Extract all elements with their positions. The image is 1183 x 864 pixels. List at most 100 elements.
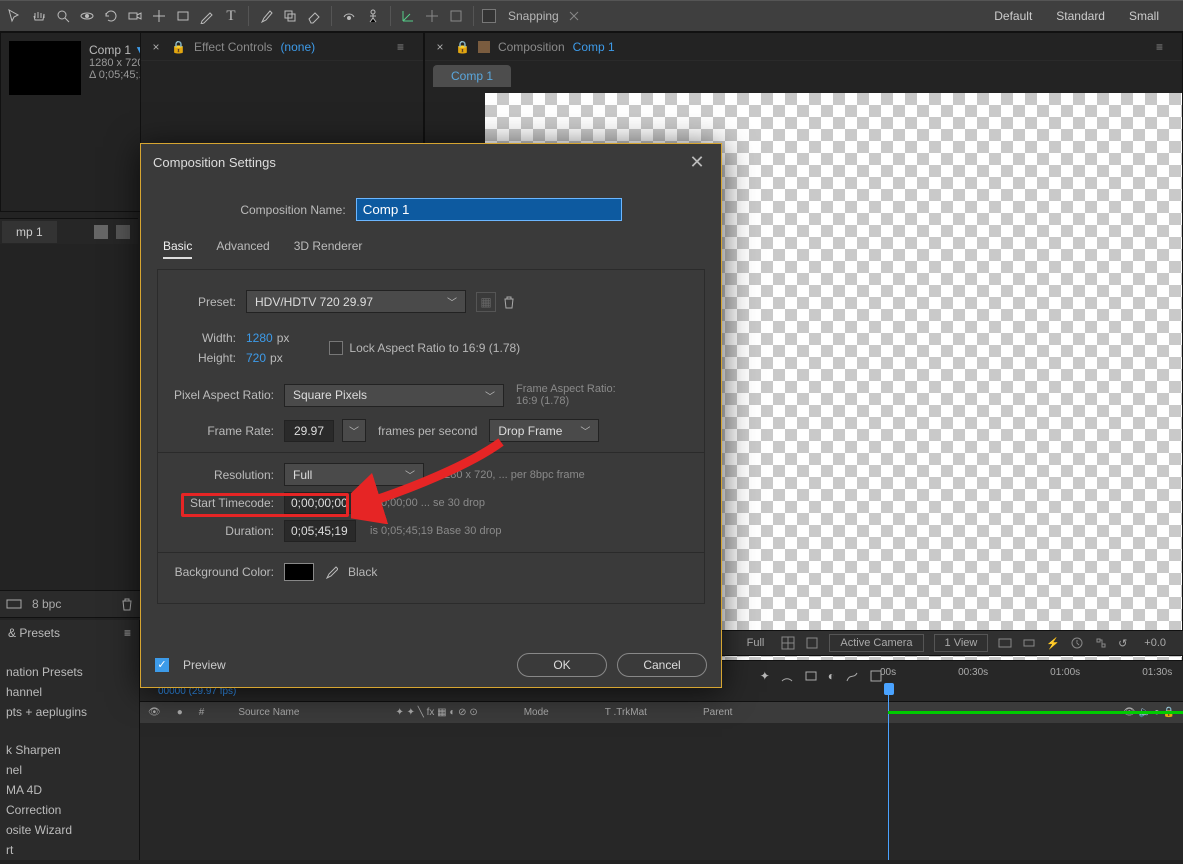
selection-tool-icon[interactable] [6,7,24,25]
comp-flowchart-tab[interactable]: Comp 1 [433,65,511,87]
viewer-resolution[interactable]: Full [740,634,772,652]
col-mode[interactable]: Mode [516,707,557,718]
comp-name-input[interactable] [356,198,622,221]
viewer-toggle-icon[interactable] [998,636,1012,650]
col-eye-icon[interactable]: 👁 [140,707,169,718]
framerate-value[interactable]: 29.97 [284,420,334,442]
lock-icon[interactable]: 🔒 [171,40,186,54]
viewer-views[interactable]: 1 View [934,634,989,652]
project-thumbnail[interactable] [9,41,81,95]
frame-blend-icon[interactable] [804,669,818,683]
workspace-standard[interactable]: Standard [1056,9,1105,23]
list-item[interactable]: k Sharpen [0,740,139,760]
col-parent[interactable]: Parent [695,707,740,718]
list-item[interactable]: MA 4D [0,780,139,800]
bpc-label[interactable]: 8 bpc [32,597,61,611]
rotate-tool-icon[interactable] [102,7,120,25]
framerate-dropdown[interactable]: ﹀ [342,419,366,442]
axis-world-icon[interactable] [423,7,441,25]
interpret-icon[interactable] [6,597,22,611]
viewer-exposure[interactable]: +0.0 [1137,634,1173,652]
fast-preview-icon[interactable]: ⚡ [1046,637,1060,650]
lock-aspect-checkbox[interactable] [329,341,343,355]
cancel-button[interactable]: Cancel [617,653,707,677]
axis-view-icon[interactable] [447,7,465,25]
panel-menu-icon[interactable]: ≡ [124,626,131,640]
list-item[interactable]: rt [0,840,139,860]
pan-behind-tool-icon[interactable] [150,7,168,25]
shy-icon[interactable] [780,669,794,683]
panel-menu-icon[interactable]: ≡ [1156,40,1174,54]
trash-icon[interactable] [502,295,516,309]
brush-tool-icon[interactable] [257,7,275,25]
workspace-small[interactable]: Small [1129,9,1159,23]
workspace-default[interactable]: Default [994,9,1032,23]
camera-tool-icon[interactable] [126,7,144,25]
composition-name[interactable]: Comp 1 [573,40,615,54]
duration-value[interactable]: 0;05;45;19 [284,520,356,542]
eyedropper-icon[interactable] [322,563,340,581]
col-label[interactable]: ● [169,707,191,718]
start-timecode-value[interactable]: 0;00;00;00 [284,492,356,514]
dialog-titlebar[interactable]: Composition Settings ✕ [141,144,721,180]
pixel-aspect-icon[interactable] [1022,636,1036,650]
bg-color-swatch[interactable] [284,563,314,581]
snapping-checkbox[interactable] [482,9,496,23]
roto-tool-icon[interactable] [340,7,358,25]
project-tab[interactable]: mp 1 [2,221,57,243]
height-value[interactable]: 720 [246,351,266,365]
ok-button[interactable]: OK [517,653,607,677]
tab-advanced[interactable]: Advanced [216,235,269,259]
pen-tool-icon[interactable] [198,7,216,25]
close-icon[interactable]: ✕ [685,150,709,174]
resolution-dropdown[interactable]: Full﹀ [284,463,424,486]
work-area-bar[interactable] [888,711,1183,714]
label-icon[interactable] [116,225,130,239]
tab-3d-renderer[interactable]: 3D Renderer [294,235,363,259]
preview-checkbox[interactable]: ✓ [155,658,169,672]
timeline-ruler[interactable]: 00s 00:30s 01:00s 01:30s 02:00s [880,667,1183,687]
mask-icon[interactable] [805,636,819,650]
viewer-camera[interactable]: Active Camera [829,634,923,652]
close-icon[interactable]: × [433,40,447,54]
col-source-name[interactable]: Source Name [230,707,307,718]
preset-dropdown[interactable]: HDV/HDTV 720 29.97﹀ [246,290,466,313]
clone-tool-icon[interactable] [281,7,299,25]
list-item[interactable]: nel [0,760,139,780]
col-trkmat[interactable]: T .TrkMat [597,707,655,718]
trash-icon[interactable] [120,597,134,611]
lock-icon[interactable]: 🔒 [455,40,470,54]
width-value[interactable]: 1280 [246,331,273,345]
shy-icon[interactable] [94,225,108,239]
par-dropdown[interactable]: Square Pixels﹀ [284,384,504,407]
close-icon[interactable]: × [149,40,163,54]
orbit-tool-icon[interactable] [78,7,96,25]
grid-icon[interactable] [781,636,795,650]
dropframe-dropdown[interactable]: Drop Frame﹀ [489,419,599,442]
list-item[interactable]: osite Wizard [0,820,139,840]
timeline-icon[interactable] [1070,636,1084,650]
tab-basic[interactable]: Basic [163,235,192,259]
motion-blur-icon[interactable]: ◐ [828,669,835,683]
type-tool-icon[interactable]: T [222,7,240,25]
graph-editor-icon[interactable] [845,669,859,683]
panel-menu-icon[interactable]: ≡ [397,40,415,54]
comp-marker-icon[interactable]: ✦ [760,669,770,683]
list-item[interactable]: hannel [0,682,139,702]
axis-local-icon[interactable] [399,7,417,25]
list-item[interactable]: Correction [0,800,139,820]
hand-tool-icon[interactable] [30,7,48,25]
list-item[interactable]: nation Presets [0,662,139,682]
flowchart-icon[interactable] [1094,636,1108,650]
list-item[interactable]: pts + aeplugins [0,702,139,722]
zoom-tool-icon[interactable] [54,7,72,25]
eraser-tool-icon[interactable] [305,7,323,25]
rectangle-tool-icon[interactable] [174,7,192,25]
puppet-tool-icon[interactable] [364,7,382,25]
effects-presets-list[interactable]: nation Presets hannel pts + aeplugins k … [0,658,139,864]
playhead[interactable] [888,689,889,860]
snapping-opts-icon[interactable] [565,7,583,25]
exposure-reset-icon[interactable]: ↺ [1118,637,1127,650]
col-num[interactable]: # [191,707,213,718]
preset-save-icon[interactable]: ▦ [476,292,496,312]
